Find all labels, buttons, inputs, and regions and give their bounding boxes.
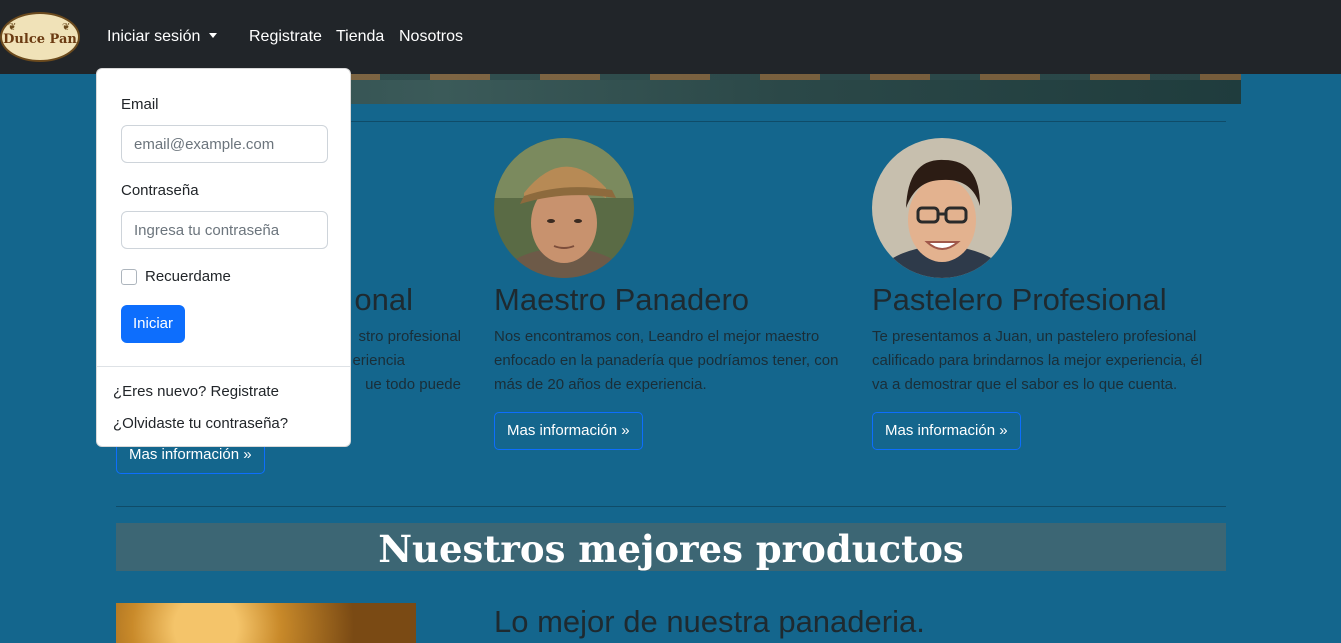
nav-link-register[interactable]: Registrate: [249, 26, 322, 48]
nav-login-dropdown-toggle[interactable]: Iniciar sesión: [107, 26, 218, 48]
login-submit-button[interactable]: Iniciar: [121, 305, 186, 343]
product-image: [116, 603, 416, 643]
nav-login-label: Iniciar sesión: [107, 28, 201, 45]
logo-text: Dulce Pan: [3, 32, 77, 47]
baker-avatar: [494, 138, 634, 278]
dropdown-forgot-password-link[interactable]: ¿Olvidaste tu contraseña?: [113, 415, 288, 432]
team-card-3-more-button[interactable]: Mas información »: [872, 412, 1021, 450]
remember-label[interactable]: Recuerdame: [145, 268, 231, 285]
password-input[interactable]: [121, 211, 328, 249]
pastry-chef-avatar: [872, 138, 1012, 278]
team-card-3-title: Pastelero Profesional: [872, 282, 1167, 317]
dropdown-divider: [97, 366, 350, 367]
divider-middle: [116, 506, 1226, 507]
team-card-3-text: Te presentamos a Juan, un pastelero prof…: [872, 328, 1203, 393]
password-label: Contraseña: [121, 182, 199, 199]
team-card-2-more-button[interactable]: Mas información »: [494, 412, 643, 450]
product-feature-title: Lo mejor de nuestra panaderia.: [494, 604, 925, 639]
brand-logo[interactable]: ❦ ❦ Dulce Pan: [0, 12, 80, 62]
nav-link-shop[interactable]: Tienda: [336, 26, 384, 48]
nav-link-about[interactable]: Nosotros: [399, 26, 463, 48]
login-dropdown-menu: Email Contraseña Recuerdame Iniciar ¿Ere…: [96, 68, 351, 447]
team-card-2-title: Maestro Panadero: [494, 282, 750, 317]
navbar: ❦ ❦ Dulce Pan Iniciar sesión Registrate …: [0, 0, 1341, 74]
dropdown-register-link[interactable]: ¿Eres nuevo? Registrate: [113, 383, 279, 400]
products-heading: Nuestros mejores productos: [378, 527, 964, 571]
team-card-2-text: Nos encontramos con, Leandro el mejor ma…: [494, 328, 839, 393]
caret-down-icon: [209, 33, 218, 38]
remember-checkbox[interactable]: [121, 269, 137, 285]
email-input[interactable]: [121, 125, 328, 163]
email-label: Email: [121, 96, 159, 113]
